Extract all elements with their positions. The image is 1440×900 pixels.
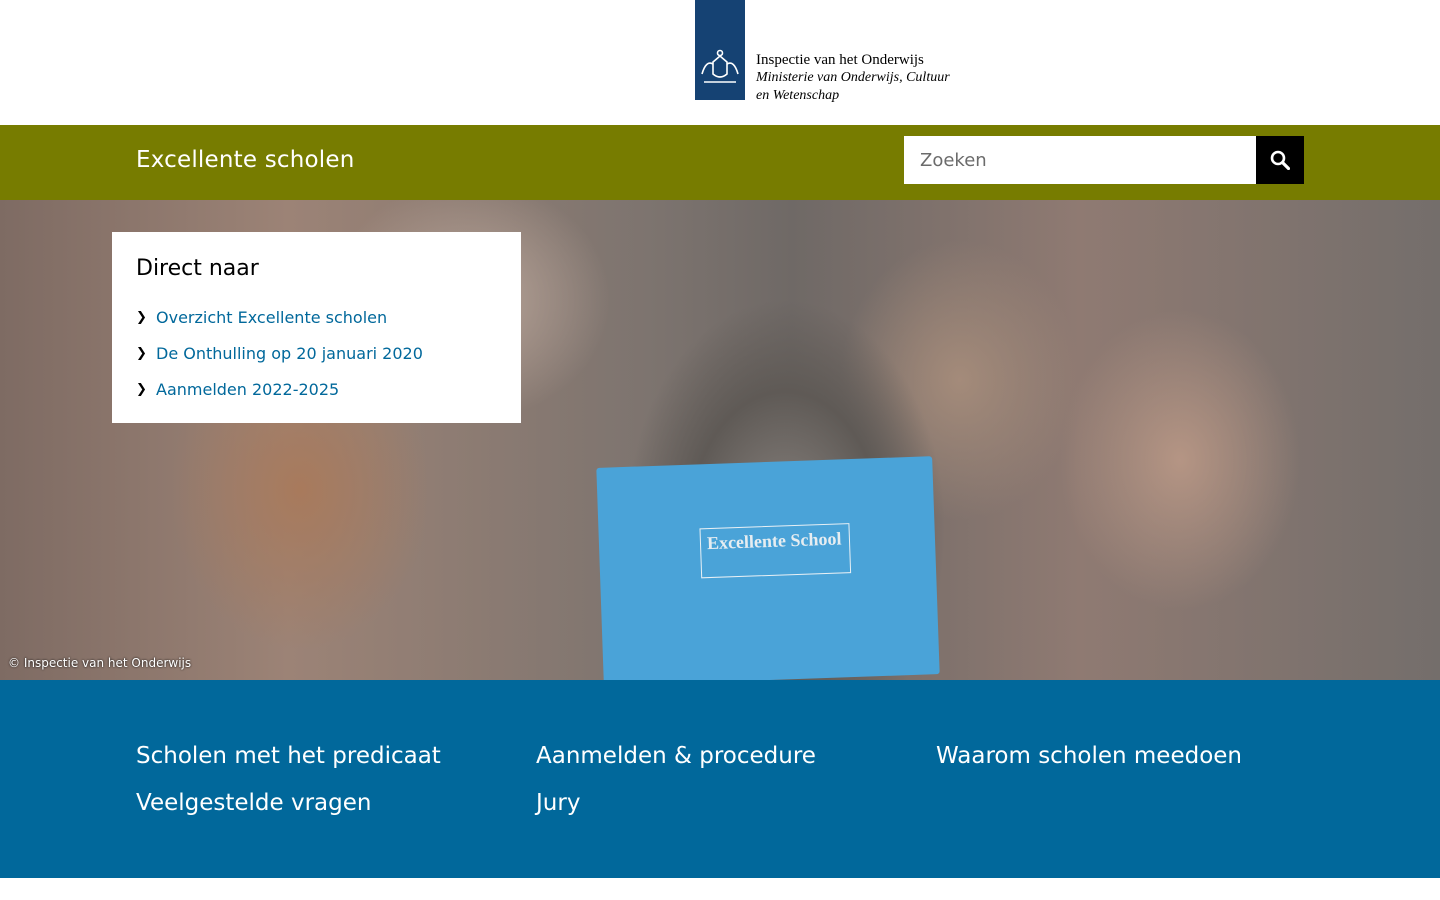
org-name: Inspectie van het Onderwijs bbox=[756, 52, 924, 68]
chevron-right-icon: ❯ bbox=[136, 345, 147, 361]
photo-credit: © Inspectie van het Onderwijs bbox=[8, 656, 192, 670]
coat-of-arms-icon bbox=[701, 49, 739, 83]
quick-links-panel: Direct naar ❯ Overzicht Excellente schol… bbox=[112, 232, 521, 423]
site-header: Inspectie van het Onderwijs Ministerie v… bbox=[0, 0, 1440, 125]
quick-link-overzicht[interactable]: Overzicht Excellente scholen bbox=[156, 308, 387, 327]
chevron-right-icon: ❯ bbox=[136, 381, 147, 397]
nav-link-vragen[interactable]: Veelgestelde vragen bbox=[136, 790, 371, 816]
quick-links-list: ❯ Overzicht Excellente scholen ❯ De Onth… bbox=[136, 299, 497, 407]
nav-link-aanmelden[interactable]: Aanmelden & procedure bbox=[536, 743, 816, 769]
quick-link-item[interactable]: ❯ Overzicht Excellente scholen bbox=[136, 299, 497, 335]
logo[interactable] bbox=[695, 0, 745, 100]
hero-image: Excellente School Direct naar ❯ Overzich… bbox=[0, 200, 1440, 680]
nav-link-scholen[interactable]: Scholen met het predicaat bbox=[136, 743, 441, 769]
nav-link-waarom[interactable]: Waarom scholen meedoen bbox=[936, 743, 1242, 769]
nav-link-jury[interactable]: Jury bbox=[536, 790, 580, 816]
search-icon bbox=[1270, 150, 1290, 170]
search-button[interactable] bbox=[1256, 136, 1304, 184]
site-bar: Excellente scholen bbox=[0, 125, 1440, 200]
logo-text[interactable]: Inspectie van het Onderwijs Ministerie v… bbox=[756, 51, 956, 105]
folder-image: Excellente School bbox=[596, 456, 940, 680]
search-input[interactable] bbox=[904, 136, 1256, 184]
folder-label: Excellente School bbox=[699, 523, 852, 579]
chevron-right-icon: ❯ bbox=[136, 309, 147, 325]
ministry-name: Ministerie van Onderwijs, Cultuur en Wet… bbox=[756, 70, 950, 103]
quick-link-item[interactable]: ❯ Aanmelden 2022-2025 bbox=[136, 371, 497, 407]
quick-link-item[interactable]: ❯ De Onthulling op 20 januari 2020 bbox=[136, 335, 497, 371]
quick-link-aanmelden[interactable]: Aanmelden 2022-2025 bbox=[156, 380, 339, 399]
site-title[interactable]: Excellente scholen bbox=[136, 147, 355, 173]
quick-link-onthulling[interactable]: De Onthulling op 20 januari 2020 bbox=[156, 344, 423, 363]
quick-links-title: Direct naar bbox=[136, 256, 259, 281]
main-navigation: Scholen met het predicaat Aanmelden & pr… bbox=[0, 680, 1440, 878]
search-form bbox=[904, 136, 1304, 184]
